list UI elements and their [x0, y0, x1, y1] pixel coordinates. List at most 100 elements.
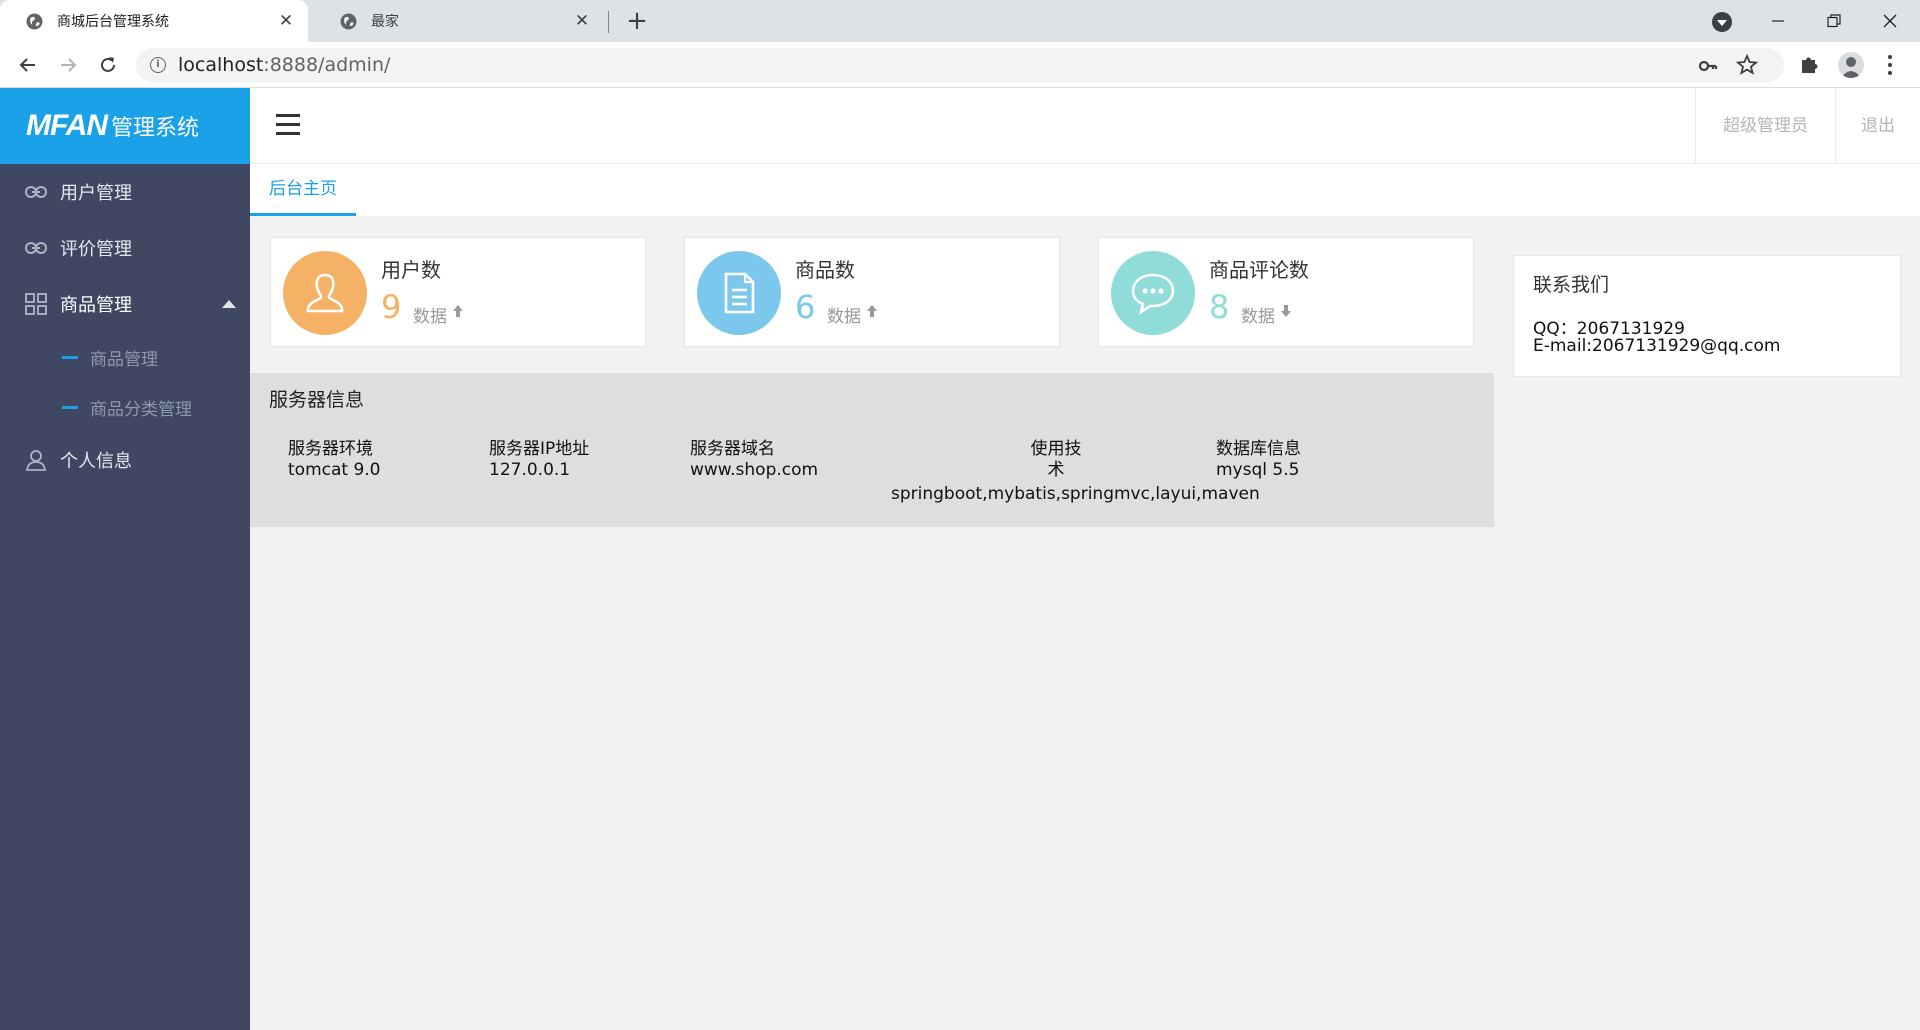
server-tech-label-line1: 使用技 [1030, 439, 1082, 459]
server-domain: 服务器域名 www.shop.com [690, 439, 818, 481]
stat-title: 商品数 [795, 258, 855, 282]
user-icon [283, 251, 367, 335]
server-db-label: 数据库信息 [1216, 439, 1301, 459]
stat-value: 9 [381, 288, 402, 326]
server-info-panel: 服务器信息 服务器环境 tomcat 9.0 服务器IP地址 127.0.0.1… [250, 373, 1494, 527]
stat-value: 8 [1209, 288, 1230, 326]
arrow-up-icon [453, 305, 463, 317]
arrow-right-icon [61, 58, 77, 72]
arrow-up-icon [867, 305, 877, 317]
tab-home[interactable]: 后台主页 [250, 164, 356, 216]
server-ip: 服务器IP地址 127.0.0.1 [489, 439, 589, 481]
site-info-icon[interactable]: i [150, 57, 166, 73]
sidebar-item-review-management[interactable]: 评价管理 [0, 220, 250, 276]
stat-card-products: 商品数 6 数据 [684, 237, 1060, 347]
server-tech-label-line2: 术 [1047, 460, 1065, 480]
link-icon [24, 180, 48, 204]
user-icon [24, 448, 48, 472]
close-icon [1883, 14, 1897, 28]
new-tab-button[interactable]: + [622, 6, 652, 36]
server-domain-label: 服务器域名 [690, 439, 775, 459]
admin-app: MFAN 管理系统 用户管理 评价管理 商品管理 商品管理 商品分类管理 个人信… [0, 88, 1920, 1030]
stat-card-reviews: 商品评论数 8 数据 [1098, 237, 1474, 347]
restore-icon [1827, 14, 1841, 28]
close-tab-icon[interactable]: ✕ [272, 11, 300, 31]
document-icon [697, 251, 781, 335]
back-button[interactable] [12, 49, 44, 81]
sidebar-subitem-product-categories[interactable]: 商品分类管理 [0, 382, 250, 432]
contact-email: E-mail:2067131929@qq.com [1533, 336, 1781, 356]
page-tab-bar: 后台主页 [250, 164, 1920, 216]
hamburger-menu-icon[interactable] [276, 114, 300, 136]
key-icon[interactable] [1698, 56, 1718, 76]
server-db-value: mysql 5.5 [1216, 460, 1300, 480]
stat-unit: 数据 [827, 307, 861, 327]
stat-unit: 数据 [413, 307, 447, 327]
admin-user-menu[interactable]: 超级管理员 [1695, 88, 1835, 164]
tab-title: 商城后台管理系统 [57, 14, 169, 30]
logo[interactable]: MFAN 管理系统 [0, 88, 250, 164]
server-env-label: 服务器环境 [288, 439, 373, 459]
tab-separator [608, 11, 609, 33]
server-ip-value: 127.0.0.1 [489, 460, 571, 480]
chat-icon [1111, 251, 1195, 335]
close-tab-icon[interactable]: ✕ [568, 11, 596, 31]
link-icon [24, 236, 48, 260]
sidebar-item-label: 个人信息 [60, 451, 132, 472]
person-icon [1841, 57, 1861, 78]
close-window-button[interactable] [1862, 0, 1918, 42]
caret-up-icon [222, 300, 236, 308]
contact-panel: 联系我们 QQ：2067131929 E-mail:2067131929@qq.… [1513, 255, 1901, 377]
stat-title: 用户数 [381, 258, 441, 282]
reload-button[interactable] [92, 49, 124, 81]
sidebar-item-product-management[interactable]: 商品管理 [0, 276, 250, 332]
contact-title: 联系我们 [1533, 274, 1610, 296]
bookmark-star-icon[interactable] [1736, 54, 1758, 76]
server-domain-value: www.shop.com [690, 460, 819, 480]
browser-tab-inactive[interactable]: 最家 ✕ [314, 0, 604, 42]
url-host: localhost [178, 54, 264, 76]
server-tech-value: springboot,mybatis,springmvc,layui,maven [891, 484, 1260, 504]
more-menu-icon[interactable] [1882, 52, 1898, 78]
sidebar-item-label: 评价管理 [60, 239, 132, 260]
sidebar-item-label: 商品管理 [60, 295, 132, 316]
restore-button[interactable] [1806, 0, 1862, 42]
sidebar-item-user-management[interactable]: 用户管理 [0, 164, 250, 220]
logout-link[interactable]: 退出 [1835, 88, 1920, 164]
server-info-title: 服务器信息 [269, 389, 365, 411]
url-path: :8888/admin/ [263, 54, 391, 76]
extensions-icon[interactable] [1798, 53, 1820, 75]
grid-icon [24, 292, 48, 316]
dash-marker [62, 405, 78, 409]
stat-title: 商品评论数 [1209, 258, 1309, 282]
sidebar-menu: 用户管理 评价管理 商品管理 商品管理 商品分类管理 个人信息 [0, 164, 250, 488]
server-tech: 使用技 术 springboot,mybatis,springmvc,layui… [891, 439, 1260, 505]
arrow-down-icon [1281, 305, 1291, 317]
sidebar-subitem-label: 商品管理 [90, 349, 158, 370]
logo-brand: MFAN [26, 109, 108, 142]
sidebar-subitem-label: 商品分类管理 [90, 399, 192, 420]
minimize-icon [1772, 20, 1784, 22]
stat-unit: 数据 [1241, 307, 1275, 327]
globe-icon [340, 13, 357, 29]
sidebar: MFAN 管理系统 用户管理 评价管理 商品管理 商品管理 商品分类管理 个人信… [0, 88, 250, 1030]
sidebar-subitem-products[interactable]: 商品管理 [0, 332, 250, 382]
forward-button[interactable] [52, 49, 84, 81]
address-bar[interactable]: i localhost:8888/admin/ [136, 48, 1784, 82]
browser-tab-active[interactable]: 商城后台管理系统 ✕ [0, 0, 308, 42]
server-ip-label: 服务器IP地址 [489, 439, 590, 459]
stat-value: 6 [795, 288, 816, 326]
profile-avatar[interactable] [1838, 52, 1864, 78]
globe-icon [26, 13, 43, 29]
sidebar-item-personal-info[interactable]: 个人信息 [0, 432, 250, 488]
server-env-value: tomcat 9.0 [288, 460, 381, 480]
sidebar-item-label: 用户管理 [60, 183, 132, 204]
dash-marker [62, 355, 78, 359]
tab-title: 最家 [371, 14, 399, 30]
reload-icon [101, 57, 115, 72]
top-header: 超级管理员 退出 [250, 88, 1920, 164]
minimize-button[interactable] [1750, 0, 1806, 42]
tab-search-icon[interactable] [1712, 12, 1732, 32]
url-text: localhost:8888/admin/ [178, 54, 390, 76]
browser-toolbar: i localhost:8888/admin/ [0, 42, 1920, 88]
